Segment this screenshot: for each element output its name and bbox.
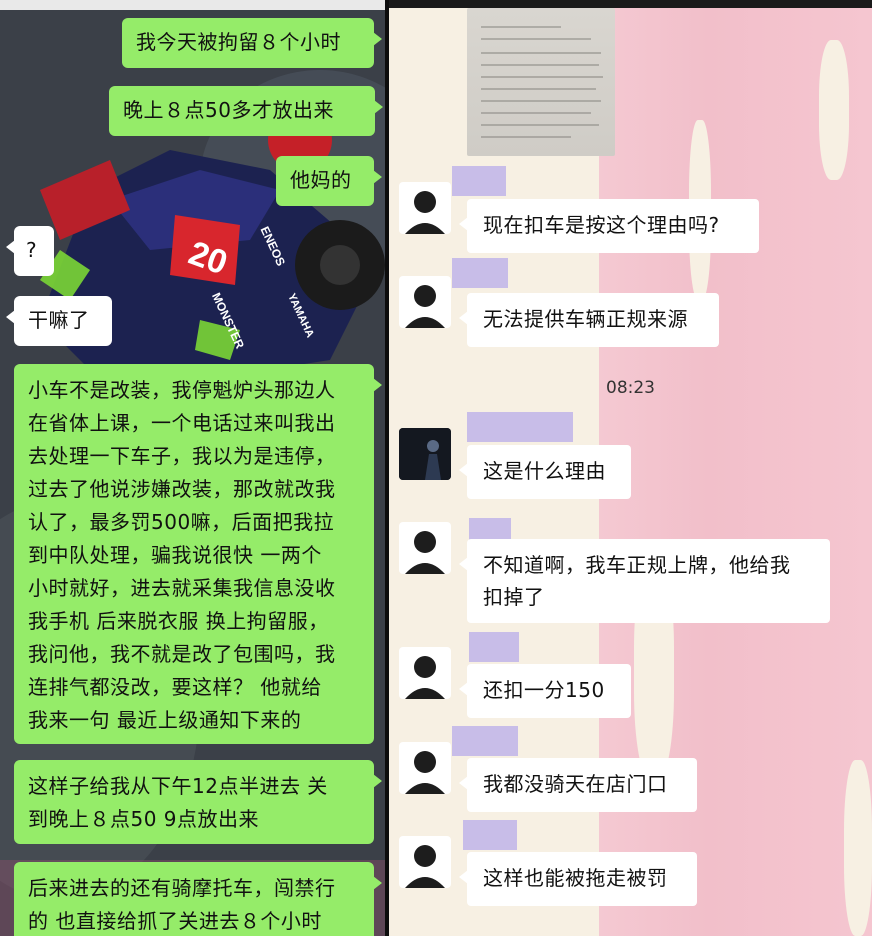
document-photo[interactable] [467,8,615,156]
left-chat-panel: 20 MONSTER ENEOS YAMAHA 我今天被拘留８个小时 晚上８点5… [0,0,385,936]
avatar[interactable] [399,428,451,480]
sender-name-redacted [467,412,573,442]
message-bubble[interactable]: 还扣一分150 [459,664,631,718]
sender-name-redacted [463,820,517,850]
message-text: 我都没骑天在店门口 [483,772,668,796]
sender-name-redacted [452,166,506,196]
wall-streak [819,40,849,180]
message-text: 这是什么理由 [483,459,606,483]
avatar[interactable] [399,647,451,699]
avatar[interactable] [399,182,451,234]
message-bubble[interactable]: 不知道啊，我车正规上牌，他给我 扣掉了 [459,539,830,623]
message-text: 我今天被拘留８个小时 [136,30,341,54]
message-text: 干嘛了 [28,308,90,332]
message-text: 现在扣车是按这个理由吗? [483,213,720,237]
chat-timestamp: 08:23 [606,378,655,398]
message-text: 这样子给我从下午12点半进去 关 到晚上８点50 9点放出来 [28,774,328,831]
message-text: 不知道啊，我车正规上牌，他给我 扣掉了 [483,553,791,609]
message-text: 无法提供车辆正规来源 [483,307,688,331]
right-chat-panel: 现在扣车是按这个理由吗? 无法提供车辆正规来源 08:23 这是什么理由 不知道… [389,0,872,936]
message-text: 后来进去的还有骑摩托车，闯禁行 的 也直接给抓了关进去８个小时 [28,876,336,933]
message-bubble[interactable]: 现在扣车是按这个理由吗? [459,199,759,253]
message-text: 这样也能被拖走被罚 [483,866,668,890]
message-bubble[interactable]: 我都没骑天在店门口 [459,758,697,812]
message-text: 他妈的 [290,168,352,192]
message-bubble[interactable]: 我今天被拘留８个小时 [122,18,382,68]
message-bubble[interactable]: 他妈的 [276,156,382,206]
sender-name-redacted [452,726,518,756]
message-text: 还扣一分150 [483,678,605,702]
message-bubble[interactable]: 干嘛了 [6,296,112,346]
right-top-bar [389,0,872,8]
message-bubble[interactable]: 后来进去的还有骑摩托车，闯禁行 的 也直接给抓了关进去８个小时 [14,862,382,936]
left-top-bar [0,0,385,10]
avatar[interactable] [399,276,451,328]
avatar[interactable] [399,522,451,574]
sender-name-redacted [469,632,519,662]
message-bubble[interactable]: 小车不是改装，我停魁炉头那边人 在省体上课，一个电话过来叫我出 去处理一下车子，… [14,364,382,744]
message-bubble[interactable]: 这是什么理由 [459,445,631,499]
message-bubble[interactable]: ? [6,226,54,276]
avatar[interactable] [399,836,451,888]
sender-name-redacted [452,258,508,288]
message-text: 小车不是改装，我停魁炉头那边人 在省体上课，一个电话过来叫我出 去处理一下车子，… [28,378,336,732]
message-text: 晚上８点50多才放出来 [123,98,334,122]
wall-streak [844,760,872,936]
avatar[interactable] [399,742,451,794]
message-bubble[interactable]: 这样也能被拖走被罚 [459,852,697,906]
message-bubble[interactable]: 这样子给我从下午12点半进去 关 到晚上８点50 9点放出来 [14,760,382,844]
message-text: ? [26,238,38,262]
message-bubble[interactable]: 无法提供车辆正规来源 [459,293,719,347]
message-bubble[interactable]: 晚上８点50多才放出来 [109,86,383,136]
